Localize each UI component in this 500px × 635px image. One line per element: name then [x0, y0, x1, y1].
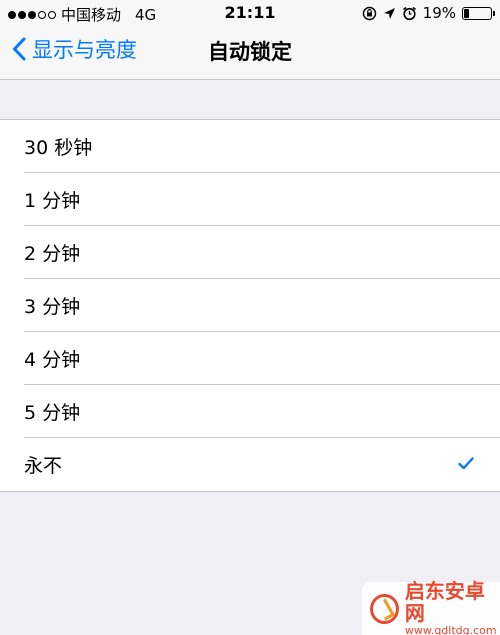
option-2-minutes[interactable]: 2 分钟 — [0, 226, 500, 279]
battery-icon — [462, 6, 495, 20]
battery-fill — [464, 8, 469, 18]
checkmark-icon — [458, 457, 474, 470]
option-5-minutes[interactable]: 5 分钟 — [0, 385, 500, 438]
battery-percent: 19% — [422, 4, 456, 22]
option-label: 1 分钟 — [24, 190, 81, 212]
option-label: 永不 — [24, 455, 63, 477]
auto-lock-options-list: 30 秒钟 1 分钟 2 分钟 3 分钟 4 分钟 5 分钟 永不 — [0, 119, 500, 492]
option-4-minutes[interactable]: 4 分钟 — [0, 332, 500, 385]
watermark-url: www.qdltdg.com — [404, 624, 497, 635]
header: 中国移动 4G 21:11 19% 显示与亮度 自动锁定 — [0, 0, 500, 80]
option-1-minute[interactable]: 1 分钟 — [0, 173, 500, 226]
page-title: 自动锁定 — [208, 40, 292, 64]
option-label: 5 分钟 — [24, 402, 81, 424]
screen: 中国移动 4G 21:11 19% 显示与亮度 自动锁定 30 秒钟 1 分钟 … — [0, 0, 500, 635]
location-arrow-icon — [383, 7, 395, 19]
option-never[interactable]: 永不 — [0, 438, 500, 491]
watermark-name: 启东安卓网 — [404, 579, 485, 625]
option-30-seconds[interactable]: 30 秒钟 — [0, 120, 500, 173]
alarm-icon — [402, 6, 416, 20]
option-label: 4 分钟 — [24, 349, 81, 371]
lock-rotation-icon — [362, 6, 376, 20]
option-label: 30 秒钟 — [24, 137, 93, 159]
watermark: 启东安卓网 www.qdltdg.com — [362, 580, 500, 635]
status-bar: 中国移动 4G 21:11 19% — [0, 0, 500, 26]
watermark-logo-icon — [370, 593, 399, 624]
watermark-text: 启东安卓网 www.qdltdg.com — [405, 580, 500, 635]
option-label: 2 分钟 — [24, 243, 81, 265]
option-label: 3 分钟 — [24, 296, 81, 318]
nav-bar: 显示与亮度 自动锁定 — [0, 26, 500, 79]
option-3-minutes[interactable]: 3 分钟 — [0, 279, 500, 332]
status-right: 19% — [362, 4, 495, 22]
